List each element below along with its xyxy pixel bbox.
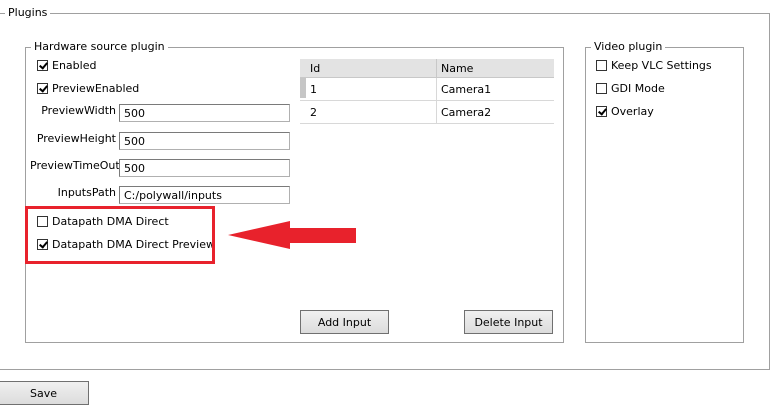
overlay-checkbox[interactable]: Overlay [596, 103, 654, 119]
add-input-button[interactable]: Add Input [300, 310, 389, 334]
table-header-row: Id Name [300, 59, 554, 78]
enabled-checkbox[interactable]: Enabled [37, 57, 96, 73]
column-header-name[interactable]: Name [436, 59, 554, 78]
inputs-table: Id Name 1 Camera1 2 Camera2 [300, 59, 554, 124]
enabled-label: Enabled [52, 58, 97, 72]
inputs-path-input[interactable]: C:/polywall/inputs [119, 186, 290, 204]
preview-height-label: PreviewHeight [36, 132, 116, 145]
gdi-mode-check-mark[interactable] [596, 82, 607, 94]
preview-height-input[interactable]: 500 [119, 132, 290, 150]
preview-enabled-label: PreviewEnabled [52, 81, 140, 95]
hardware-source-group-title: Hardware source plugin [31, 40, 168, 53]
cell-id[interactable]: 2 [300, 100, 437, 124]
table-row[interactable]: 2 Camera2 [300, 100, 554, 124]
gdi-mode-label: GDI Mode [611, 81, 665, 95]
inputs-path-label: InputsPath [57, 186, 116, 199]
video-plugin-group-title: Video plugin [591, 40, 666, 53]
keep-vlc-check-mark[interactable] [596, 59, 607, 71]
delete-input-button[interactable]: Delete Input [464, 310, 553, 334]
overlay-label: Overlay [611, 104, 654, 118]
gdi-mode-checkbox[interactable]: GDI Mode [596, 80, 665, 96]
highlight-box [25, 206, 215, 264]
keep-vlc-checkbox[interactable]: Keep VLC Settings [596, 57, 712, 73]
preview-timeout-label: PreviewTimeOut [30, 159, 120, 172]
enabled-check-mark[interactable] [37, 59, 48, 71]
preview-enabled-checkbox[interactable]: PreviewEnabled [37, 80, 139, 96]
cell-name[interactable]: Camera1 [436, 77, 554, 101]
cell-name[interactable]: Camera2 [436, 100, 554, 124]
keep-vlc-label: Keep VLC Settings [611, 58, 712, 72]
column-header-id[interactable]: Id [300, 59, 437, 78]
table-row[interactable]: 1 Camera1 [300, 77, 554, 101]
plugins-group-title: Plugins [5, 6, 51, 19]
cell-id[interactable]: 1 [300, 77, 437, 101]
preview-width-input[interactable]: 500 [119, 104, 290, 122]
preview-enabled-check-mark[interactable] [37, 82, 48, 94]
overlay-check-mark[interactable] [596, 105, 607, 117]
preview-timeout-input[interactable]: 500 [119, 159, 290, 177]
preview-width-label: PreviewWidth [41, 104, 116, 117]
red-arrow-icon [228, 221, 356, 249]
save-button[interactable]: Save [0, 381, 89, 405]
